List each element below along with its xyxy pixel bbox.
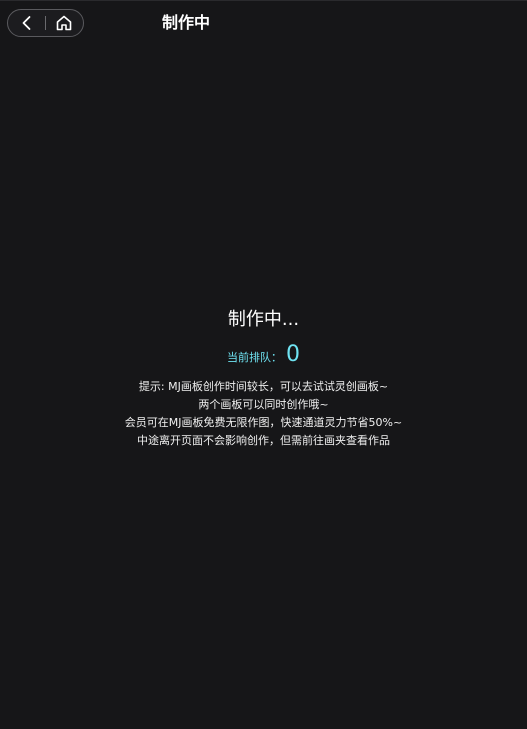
status-title: 制作中... <box>227 309 300 330</box>
tip-line: 中途离开页面不会影响创作，但需前往画夹查看作品 <box>137 434 390 447</box>
queue-count: 0 <box>286 342 300 367</box>
status-block: 制作中... 当前排队： 0 提示: MJ画板创作时间较长，可以去试试灵创画板~… <box>0 306 527 450</box>
page-title: 制作中 <box>161 13 210 32</box>
tip-line: 提示: MJ画板创作时间较长，可以去试试灵创画板~ <box>138 380 389 393</box>
tips-text: 提示: MJ画板创作时间较长，可以去试试灵创画板~ 两个画板可以同时创作哦~ 会… <box>0 378 527 450</box>
tip-line: 会员可在MJ画板免费无限作图，快速通道灵力节省50%~ <box>124 416 403 429</box>
tip-line: 两个画板可以同时创作哦~ <box>198 398 329 411</box>
queue-label: 当前排队： <box>227 351 282 364</box>
top-border <box>0 0 527 1</box>
queue-status: 当前排队： 0 <box>0 340 527 368</box>
